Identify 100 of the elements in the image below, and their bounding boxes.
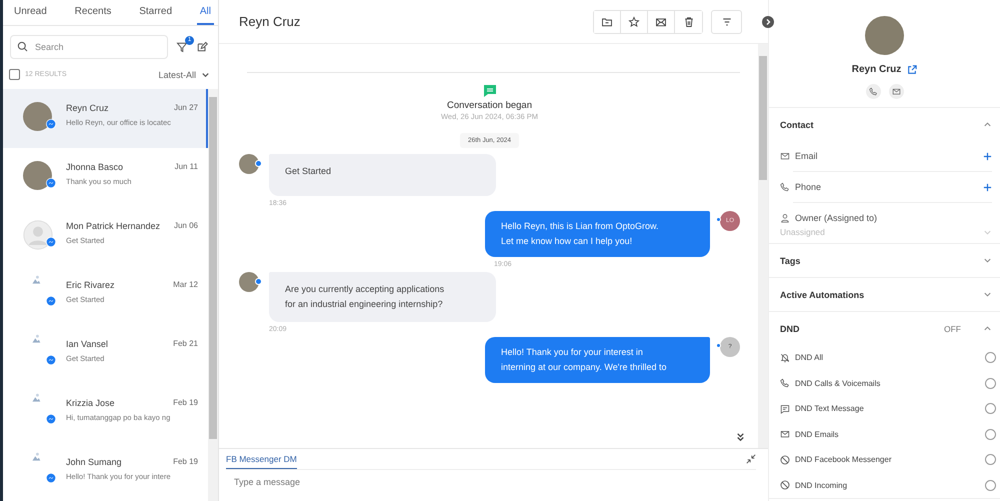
- contact-name: John Sumang: [66, 457, 122, 467]
- contact-name: Eric Rivarez: [66, 280, 115, 290]
- contact-name: Ian Vansel: [66, 339, 108, 349]
- dnd-status: OFF: [944, 324, 961, 334]
- dnd-checkbox[interactable]: [985, 480, 996, 491]
- messenger-icon: [46, 178, 56, 188]
- dnd-checkbox[interactable]: [985, 428, 996, 440]
- broken-image-icon: [31, 334, 41, 344]
- envelope-icon: [892, 87, 900, 96]
- call-button[interactable]: [866, 84, 880, 99]
- conversation-date: Feb 21: [173, 339, 198, 349]
- avatar-photo-placeholder: [23, 102, 52, 131]
- conversation-date: Jun 06: [174, 221, 198, 231]
- expand-panel-icon[interactable]: [762, 16, 774, 28]
- block-icon: [780, 454, 790, 465]
- chat-icon: [780, 404, 790, 414]
- inbox-tab[interactable]: Starred: [136, 0, 176, 25]
- inbox-tab[interactable]: Recents: [72, 0, 114, 25]
- messenger-icon: [46, 237, 56, 247]
- field-label: Email: [795, 151, 819, 161]
- conversation-date: Feb 19: [173, 398, 198, 408]
- block-icon: [780, 480, 790, 490]
- field-label: Owner (Assigned to): [795, 213, 878, 223]
- section-title[interactable]: Contact: [780, 120, 814, 130]
- chevron-down-icon[interactable]: [983, 256, 992, 265]
- contact-name: Mon Patrick Hernandez: [66, 221, 160, 231]
- folder-icon: [601, 16, 613, 28]
- message-input[interactable]: Type a message: [226, 470, 542, 494]
- envelope-icon: [780, 151, 790, 161]
- phone-icon: [780, 182, 790, 192]
- dnd-checkbox[interactable]: [985, 352, 996, 364]
- broken-image-icon: [31, 275, 41, 285]
- scrollbar[interactable]: [208, 89, 218, 501]
- compose-icon[interactable]: [196, 41, 208, 53]
- search-field[interactable]: Search: [10, 35, 168, 59]
- contact-name: Reyn Cruz: [852, 64, 902, 75]
- contact-name: Jhonna Basco: [66, 162, 124, 172]
- contact-photo-placeholder: [865, 16, 904, 55]
- conversation-date: Mar 12: [173, 280, 198, 290]
- status-dot: [716, 217, 721, 222]
- avatar-photo-placeholder: [23, 161, 52, 190]
- contact-name: Reyn Cruz: [66, 103, 109, 113]
- dnd-checkbox[interactable]: [985, 454, 996, 466]
- envelope-icon: [655, 16, 667, 28]
- add-icon[interactable]: [983, 182, 992, 192]
- broken-image-icon: [31, 452, 41, 462]
- messenger-icon: [46, 414, 56, 424]
- channel-tab[interactable]: FB Messenger DM: [226, 449, 297, 469]
- message-bubble: Hello! Thank you for your interest in interning at our company. We're thrilled to: [485, 337, 710, 383]
- messenger-icon: [46, 296, 56, 306]
- broken-image-icon: [31, 393, 41, 403]
- contact-name: Krizzia Jose: [66, 398, 115, 408]
- section-title[interactable]: Tags: [780, 256, 800, 266]
- person-icon: [780, 213, 790, 223]
- chevron-down-icon[interactable]: [983, 290, 992, 299]
- dnd-option-label: DND Emails: [795, 430, 840, 439]
- filter-icon[interactable]: [176, 41, 188, 53]
- inbox-tab[interactable]: All: [196, 0, 214, 25]
- section-title[interactable]: Active Automations: [780, 290, 864, 300]
- mail-icon: [780, 429, 790, 440]
- chevron-up-icon[interactable]: [983, 120, 992, 129]
- dnd-option-label: DND Text Message: [795, 404, 865, 414]
- filter-lines-icon: [720, 16, 732, 28]
- status-dot: [255, 160, 262, 167]
- bell-off-icon: [780, 352, 790, 363]
- folder-button[interactable]: [594, 10, 621, 32]
- dnd-option-label: DND Incoming: [795, 480, 848, 490]
- conversation-date: Jun 27: [174, 103, 198, 113]
- phone-icon: [868, 87, 878, 96]
- dnd-option-label: DND Calls & Voicemails: [795, 378, 882, 388]
- dnd-checkbox[interactable]: [985, 378, 996, 389]
- phone-icon: [780, 378, 790, 388]
- add-icon[interactable]: [983, 152, 992, 160]
- scrollbar[interactable]: [758, 44, 768, 448]
- collapse-icon[interactable]: [746, 454, 756, 464]
- conversation-date: Feb 19: [173, 457, 198, 467]
- field-label: Phone: [795, 182, 822, 192]
- select-all-checkbox[interactable]: [9, 69, 20, 80]
- external-link-icon[interactable]: [907, 64, 918, 74]
- message-bubble: Hello Reyn, this is Lian from OptoGrow. Let me know how can I help you!: [485, 211, 710, 257]
- chevron-up-icon[interactable]: [983, 324, 992, 333]
- messenger-icon: [46, 119, 56, 129]
- star-icon: [628, 16, 640, 28]
- section-title[interactable]: DND: [780, 324, 800, 334]
- conversation-began-label: Conversation began: [446, 100, 534, 111]
- messenger-icon: [46, 473, 56, 483]
- scroll-down-icon[interactable]: [735, 432, 746, 443]
- status-dot: [716, 343, 721, 348]
- avatar-silhouette-icon: [23, 220, 53, 250]
- inbox-tab[interactable]: Unread: [11, 0, 50, 25]
- status-dot: [255, 278, 262, 285]
- email-button[interactable]: [888, 84, 904, 99]
- chevron-down-icon[interactable]: [201, 70, 210, 79]
- message-bubble: Are you currently accepting applications for an industrial engineering internship?: [269, 272, 496, 322]
- dnd-checkbox[interactable]: [985, 403, 996, 414]
- chat-bubble-icon: [482, 84, 496, 98]
- message-bubble: Get Started: [269, 154, 496, 196]
- sort-dropdown[interactable]: Latest-All: [158, 70, 196, 80]
- messenger-icon: [46, 355, 56, 365]
- avatar-photo-placeholder: [239, 272, 259, 292]
